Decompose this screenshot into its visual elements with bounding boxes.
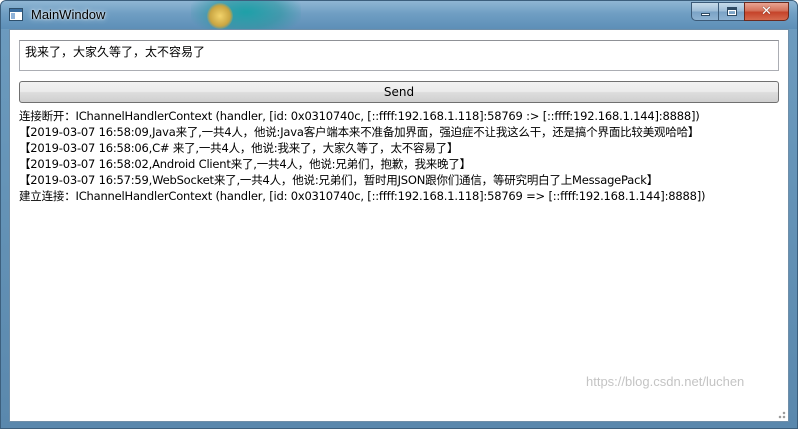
send-button-label: Send — [383, 85, 415, 99]
close-icon: ✕ — [761, 4, 772, 19]
log-line: 【2019-03-07 16:58:06,C# 来了,一共4人，他说:我来了，大… — [19, 141, 459, 155]
window-app-icon[interactable] — [9, 8, 23, 21]
maximize-button[interactable] — [718, 2, 744, 21]
window-title: MainWindow — [31, 7, 106, 22]
log-line: 【2019-03-07 16:57:59,WebSocket来了,一共4人，他说… — [19, 173, 658, 187]
main-window: MainWindow ✕ 我来了，大家久等了，太不容易了 Send 连接断开：I… — [0, 0, 798, 429]
minimize-icon — [700, 13, 710, 16]
minimize-button[interactable] — [691, 2, 718, 21]
resize-grip[interactable] — [774, 407, 786, 419]
titlebar-background-highlight — [207, 3, 233, 29]
close-button[interactable]: ✕ — [744, 2, 789, 21]
maximize-icon — [726, 7, 737, 16]
log-line: 建立连接：IChannelHandlerContext (handler, [i… — [19, 189, 706, 203]
message-log: 连接断开：IChannelHandlerContext (handler, [i… — [19, 108, 785, 204]
log-line: 连接断开：IChannelHandlerContext (handler, [i… — [19, 109, 700, 123]
watermark: https://blog.csdn.net/luchen — [586, 374, 745, 389]
window-controls: ✕ — [691, 2, 789, 21]
message-input[interactable]: 我来了，大家久等了，太不容易了 — [19, 40, 779, 71]
send-button[interactable]: Send — [19, 81, 779, 103]
log-line: 【2019-03-07 16:58:09,Java来了,一共4人，他说:Java… — [19, 125, 700, 139]
log-line: 【2019-03-07 16:58:02,Android Client来了,一共… — [19, 157, 471, 171]
window-client-area: 我来了，大家久等了，太不容易了 Send 连接断开：IChannelHandle… — [9, 29, 789, 422]
title-bar[interactable]: MainWindow ✕ — [1, 1, 797, 29]
